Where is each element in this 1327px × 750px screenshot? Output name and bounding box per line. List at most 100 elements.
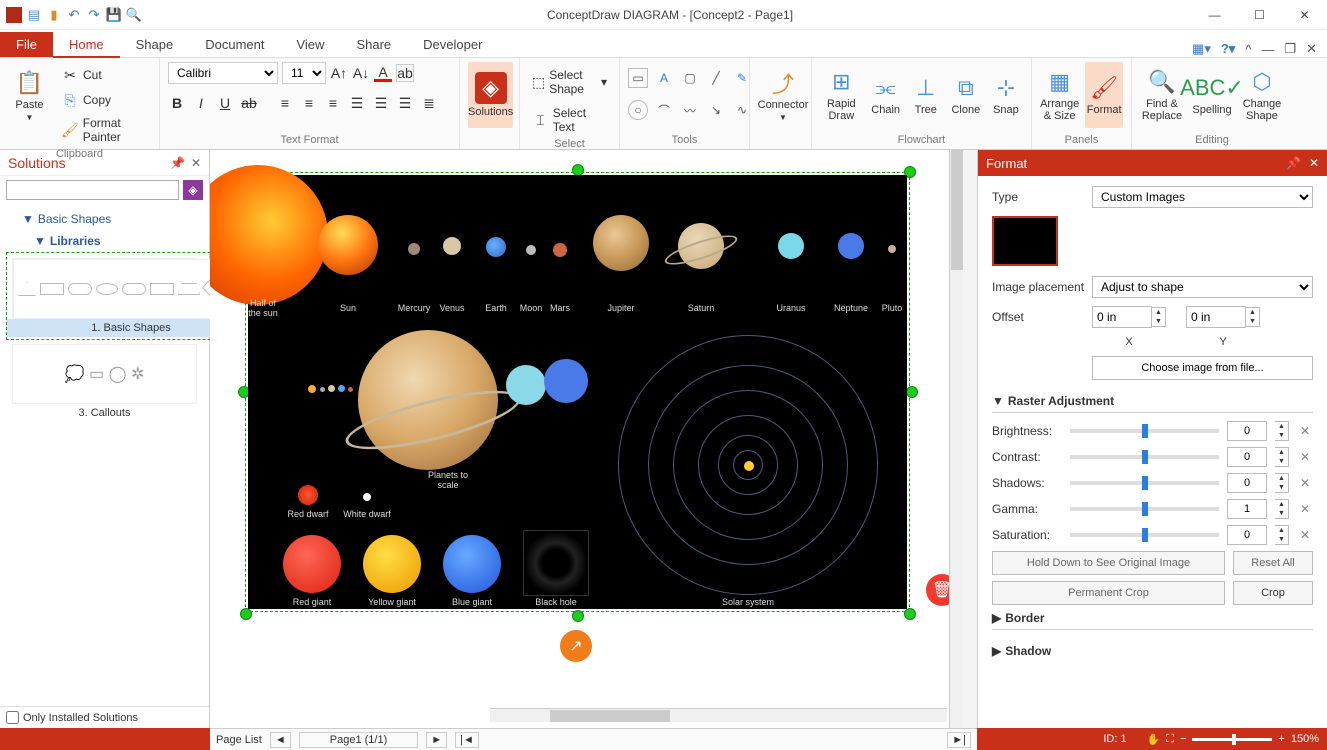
line-tool-icon[interactable]: ╱ [706,68,726,88]
select-text-button[interactable]: ⌶Select Text [528,104,611,136]
canvas-scrollbar-v[interactable] [949,150,963,728]
underline-icon[interactable]: U [216,94,234,112]
saturation-slider[interactable] [1070,533,1219,537]
collapse-icon[interactable]: ^ [1245,42,1251,57]
tab-file[interactable]: File [0,32,53,57]
align-mid-icon[interactable]: ☰ [372,94,390,112]
paste-button[interactable]: 📋Paste▼ [8,62,51,128]
offset-x-spinner[interactable]: ▲▼ [1152,307,1166,327]
drawing-canvas[interactable]: Half of the sun Sun Mercury Venus Earth … [210,150,963,728]
offset-y-spinner[interactable]: ▲▼ [1246,307,1260,327]
rect-tool-icon[interactable]: ▭ [628,68,648,88]
saturation-input[interactable] [1227,525,1267,545]
contrast-slider[interactable] [1070,455,1219,459]
ellipse-tool-icon[interactable]: ○ [628,100,648,120]
chain-button[interactable]: ⫘Chain [869,62,903,128]
fit-icon[interactable]: ⛶ [1166,733,1174,746]
page-indicator[interactable]: Page1 (1/1) [299,732,418,748]
tab-developer[interactable]: Developer [407,32,498,57]
hold-original-button[interactable]: Hold Down to See Original Image [992,551,1225,575]
zoom-slider[interactable] [1192,738,1272,741]
reset-contrast-icon[interactable]: ✕ [1297,450,1313,464]
save-icon[interactable]: 💾 [106,7,122,23]
align-top-icon[interactable]: ☰ [348,94,366,112]
choose-image-button[interactable]: Choose image from file... [1092,356,1313,380]
undo-icon[interactable]: ↶ [66,7,82,23]
minimize-button[interactable]: — [1192,1,1237,29]
reset-gamma-icon[interactable]: ✕ [1297,502,1313,516]
reset-brightness-icon[interactable]: ✕ [1297,424,1313,438]
placement-select[interactable]: Adjust to shape [1092,276,1313,298]
pen-tool-icon[interactable]: ✎ [732,68,752,88]
italic-icon[interactable]: I [192,94,210,112]
lib-basic-shapes[interactable]: 1. Basic Shapes [6,252,209,340]
hand-tool-icon[interactable]: ✋ [1147,733,1161,746]
new-icon[interactable]: ▤ [26,7,42,23]
size-select[interactable]: 11 [282,62,326,84]
border-section[interactable]: ▶Border [992,605,1313,630]
zoom-in-button[interactable]: + [1278,733,1284,745]
shadows-input[interactable] [1227,473,1267,493]
callout-tool-icon[interactable]: ▢ [680,68,700,88]
spline-tool-icon[interactable]: ∿ [732,100,752,120]
select-shape-button[interactable]: ⬚Select Shape ▾ [528,66,611,98]
redo-icon[interactable]: ↷ [86,7,102,23]
reset-saturation-icon[interactable]: ✕ [1297,528,1313,542]
strike-icon[interactable]: ab [240,94,258,112]
close-panel-icon[interactable]: ✕ [191,156,201,170]
arc-tool-icon[interactable]: ⌒ [654,100,674,120]
tab-share[interactable]: Share [340,32,407,57]
gamma-slider[interactable] [1070,507,1219,511]
lib-callouts[interactable]: 💭 ▭ ◯ ✲ 3. Callouts [6,338,203,424]
font-select[interactable]: Calibri [168,62,278,84]
offset-y-input[interactable] [1186,306,1246,328]
align-bot-icon[interactable]: ☰ [396,94,414,112]
help-icon[interactable]: ?▾ [1221,41,1235,57]
find-replace-button[interactable]: 🔍Find & Replace [1140,62,1184,128]
page-prev-button[interactable]: ◄ [270,732,291,748]
shrink-font-icon[interactable]: A↓ [352,64,370,82]
pin-icon[interactable]: 📌 [170,156,185,170]
grow-font-icon[interactable]: A↑ [330,64,348,82]
restore-icon[interactable]: ❐ [1284,41,1296,57]
raster-section[interactable]: ▼Raster Adjustment [992,388,1313,413]
copy-button[interactable]: ⎘Copy [57,89,151,111]
clear-format-icon[interactable]: ab [396,64,414,82]
offset-x-input[interactable] [1092,306,1152,328]
tab-view[interactable]: View [280,32,340,57]
bullets-icon[interactable]: ≣ [420,94,438,112]
page-next-button[interactable]: ► [426,732,447,748]
arrange-button[interactable]: ▦Arrange & Size [1040,62,1079,128]
rapid-draw-button[interactable]: ⊞Rapid Draw [820,62,863,128]
snap-button[interactable]: ⊹Snap [989,62,1023,128]
only-installed-checkbox[interactable] [6,711,19,724]
brightness-input[interactable] [1227,421,1267,441]
zoom-out-button[interactable]: − [1180,733,1186,745]
close-button[interactable]: ✕ [1282,1,1327,29]
font-color-icon[interactable]: A [374,64,392,82]
reset-all-button[interactable]: Reset All [1233,551,1313,575]
pin-icon[interactable]: 📌 [1286,156,1301,170]
curve-tool-icon[interactable]: 〰 [680,100,700,120]
page-first-button[interactable]: |◄ [455,732,479,748]
tab-shape[interactable]: Shape [120,32,190,57]
format-painter-button[interactable]: 🖌Format Painter [57,114,151,146]
text-tool-icon[interactable]: A [654,68,674,88]
tree-basic-shapes[interactable]: ▼Basic Shapes [6,208,203,230]
solutions-search-icon[interactable]: ◈ [183,180,203,200]
spelling-button[interactable]: ABC✓Spelling [1190,62,1234,128]
gamma-input[interactable] [1227,499,1267,519]
min2-icon[interactable]: — [1261,42,1274,57]
preview-icon[interactable]: 🔍 [126,7,142,23]
tab-home[interactable]: Home [53,32,120,57]
maximize-button[interactable]: ☐ [1237,1,1282,29]
type-select[interactable]: Custom Images [1092,186,1313,208]
close-panel-icon[interactable]: ✕ [1309,156,1319,170]
window-list-icon[interactable]: ▦▾ [1192,41,1211,57]
align-right-icon[interactable]: ≡ [324,94,342,112]
tree-libraries[interactable]: ▼Libraries [6,230,203,252]
clone-button[interactable]: ⧉Clone [949,62,983,128]
open-icon[interactable]: ▮ [46,7,62,23]
brightness-slider[interactable] [1070,429,1219,433]
crop-button[interactable]: Crop [1233,581,1313,605]
